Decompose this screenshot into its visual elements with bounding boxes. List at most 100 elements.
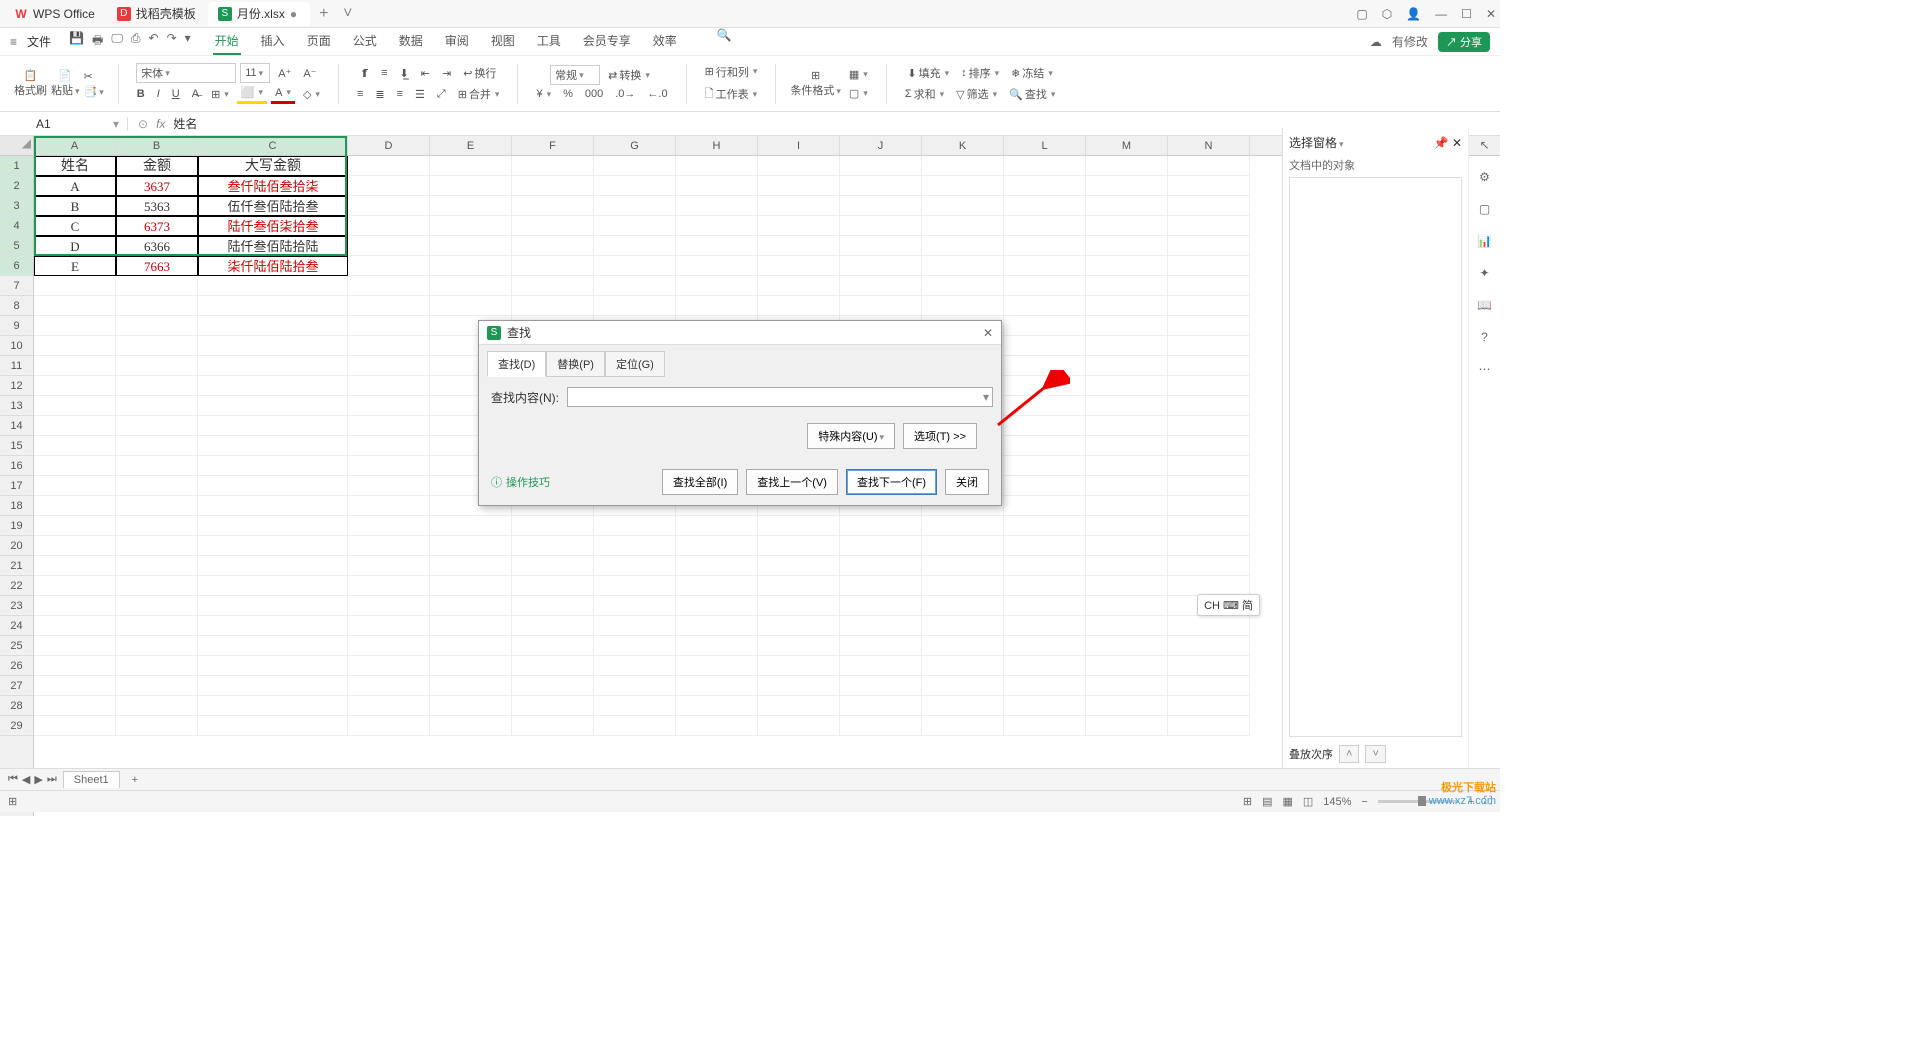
align-center-icon[interactable]: ≣ bbox=[371, 86, 388, 103]
cell[interactable] bbox=[198, 716, 348, 736]
cell[interactable] bbox=[348, 336, 430, 356]
cell[interactable] bbox=[758, 236, 840, 256]
cell[interactable] bbox=[116, 456, 198, 476]
cell[interactable] bbox=[758, 576, 840, 596]
cell[interactable] bbox=[348, 716, 430, 736]
freeze-button[interactable]: ❄ 冻结 bbox=[1007, 63, 1057, 83]
cell[interactable] bbox=[1086, 456, 1168, 476]
cell[interactable] bbox=[348, 376, 430, 396]
cell[interactable] bbox=[758, 536, 840, 556]
cell[interactable] bbox=[676, 196, 758, 216]
cell[interactable] bbox=[840, 716, 922, 736]
cell[interactable] bbox=[1086, 536, 1168, 556]
find-dd-icon[interactable]: ▾ bbox=[983, 390, 989, 404]
cell[interactable] bbox=[116, 276, 198, 296]
cell[interactable] bbox=[758, 216, 840, 236]
file-menu[interactable]: 文件 bbox=[27, 33, 51, 50]
cell[interactable] bbox=[34, 436, 116, 456]
layout-icon[interactable]: ▢ bbox=[1356, 7, 1367, 21]
cell[interactable] bbox=[1086, 476, 1168, 496]
cell[interactable] bbox=[34, 396, 116, 416]
cell[interactable] bbox=[512, 536, 594, 556]
cell[interactable] bbox=[1086, 396, 1168, 416]
cell[interactable] bbox=[1004, 556, 1086, 576]
cell[interactable] bbox=[758, 616, 840, 636]
cell[interactable] bbox=[1004, 616, 1086, 636]
cell[interactable] bbox=[594, 156, 676, 176]
cell[interactable] bbox=[1004, 596, 1086, 616]
cell[interactable] bbox=[594, 556, 676, 576]
cell[interactable]: 陆仟叁佰柒拾叁 bbox=[198, 216, 348, 236]
cell[interactable] bbox=[34, 576, 116, 596]
cell[interactable] bbox=[430, 716, 512, 736]
cell[interactable] bbox=[1168, 276, 1250, 296]
zoom-out-icon[interactable]: − bbox=[1361, 796, 1367, 808]
clear-format-icon[interactable]: ◇ bbox=[299, 86, 324, 103]
cell[interactable] bbox=[348, 396, 430, 416]
cell[interactable] bbox=[1168, 536, 1250, 556]
cell[interactable] bbox=[348, 456, 430, 476]
cell[interactable] bbox=[116, 536, 198, 556]
row-header[interactable]: 20 bbox=[0, 536, 33, 556]
row-header[interactable]: 23 bbox=[0, 596, 33, 616]
cell[interactable] bbox=[198, 656, 348, 676]
cell[interactable] bbox=[1168, 316, 1250, 336]
cell[interactable] bbox=[594, 296, 676, 316]
cell[interactable] bbox=[676, 616, 758, 636]
close-button[interactable]: ✕ bbox=[1486, 7, 1496, 21]
tab-wps-home[interactable]: W WPS Office bbox=[4, 2, 105, 26]
cell[interactable] bbox=[1168, 616, 1250, 636]
sum-button[interactable]: Σ 求和 bbox=[901, 84, 948, 104]
rail-more-icon[interactable]: ⋯ bbox=[1479, 362, 1491, 376]
row-header[interactable]: 19 bbox=[0, 516, 33, 536]
cell[interactable] bbox=[430, 596, 512, 616]
cell-style-icon[interactable]: ▢ bbox=[845, 85, 872, 102]
sheet-first-icon[interactable]: ⏮ bbox=[8, 773, 18, 786]
cell[interactable] bbox=[34, 296, 116, 316]
cell[interactable] bbox=[512, 296, 594, 316]
cell[interactable] bbox=[34, 596, 116, 616]
cell[interactable] bbox=[840, 276, 922, 296]
cell[interactable] bbox=[840, 536, 922, 556]
maximize-button[interactable]: ☐ bbox=[1461, 7, 1472, 21]
row-header[interactable]: 5 bbox=[0, 236, 33, 256]
row-header[interactable]: 16 bbox=[0, 456, 33, 476]
cell[interactable] bbox=[348, 276, 430, 296]
cell[interactable] bbox=[34, 316, 116, 336]
pane-close-icon[interactable]: ✕ bbox=[1452, 136, 1462, 150]
cell[interactable] bbox=[1086, 616, 1168, 636]
table-style-icon[interactable]: ▦ bbox=[845, 66, 872, 83]
tab-start[interactable]: 开始 bbox=[213, 28, 241, 55]
save-icon[interactable]: 💾 bbox=[69, 31, 84, 52]
currency-icon[interactable]: ¥ bbox=[532, 86, 555, 102]
rail-layout-icon[interactable]: ▢ bbox=[1479, 202, 1490, 216]
cell[interactable]: A bbox=[34, 176, 116, 196]
dialog-close-icon[interactable]: ✕ bbox=[983, 326, 993, 340]
redo-icon[interactable]: ↷ bbox=[167, 31, 177, 52]
cell[interactable] bbox=[1086, 656, 1168, 676]
cell[interactable] bbox=[594, 716, 676, 736]
cell[interactable] bbox=[512, 156, 594, 176]
find-all-button[interactable]: 查找全部(I) bbox=[662, 469, 738, 495]
strike-icon[interactable]: A̶ bbox=[188, 86, 203, 102]
cell[interactable] bbox=[1004, 356, 1086, 376]
cell[interactable] bbox=[594, 256, 676, 276]
cell[interactable] bbox=[1086, 696, 1168, 716]
ime-indicator[interactable]: CH ⌨ 简 bbox=[1197, 594, 1260, 616]
cell[interactable] bbox=[1168, 416, 1250, 436]
col-header[interactable]: N bbox=[1168, 136, 1250, 155]
col-header[interactable]: F bbox=[512, 136, 594, 155]
cell[interactable] bbox=[1086, 416, 1168, 436]
cell[interactable] bbox=[922, 176, 1004, 196]
view-read-icon[interactable]: ▦ bbox=[1282, 795, 1292, 808]
cell[interactable] bbox=[676, 596, 758, 616]
cell[interactable] bbox=[676, 516, 758, 536]
cell[interactable] bbox=[840, 296, 922, 316]
cell[interactable] bbox=[348, 196, 430, 216]
border-icon[interactable]: ⊞ bbox=[207, 86, 233, 103]
cell[interactable] bbox=[594, 216, 676, 236]
cell[interactable] bbox=[116, 636, 198, 656]
cell[interactable] bbox=[676, 216, 758, 236]
cell[interactable]: 姓名 bbox=[34, 156, 116, 176]
cell[interactable] bbox=[922, 296, 1004, 316]
